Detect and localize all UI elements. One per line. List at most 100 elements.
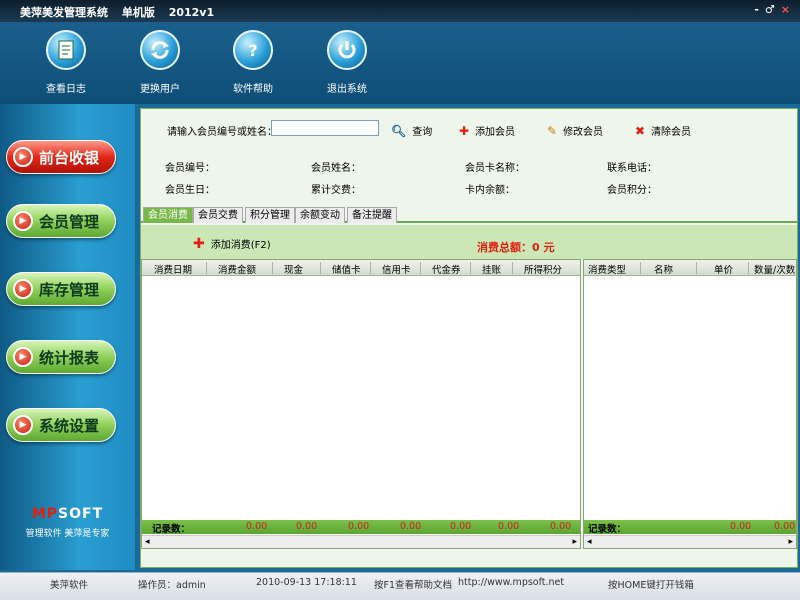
app-window: 美萍美发管理系统 单机版 2012v1 - ♂ × 查看日志 更换用户 ? 软件…	[0, 0, 800, 600]
view-log-label: 查看日志	[46, 84, 86, 95]
edit-member-label: 修改会员	[563, 127, 604, 138]
title-bar: 美萍美发管理系统 单机版 2012v1 - ♂ ×	[0, 0, 800, 22]
tab-balance-change[interactable]: 余额变动	[295, 207, 345, 223]
status-operator: 操作员：admin	[138, 580, 206, 591]
column-header[interactable]: 现金	[284, 262, 303, 276]
member-info: 会员编号： 会员姓名： 会员卡名称： 联系电话： 会员生日： 累计交费： 卡内余…	[141, 157, 797, 201]
item-grid-footer: 记录数： 0.00 0.00	[584, 520, 796, 535]
sidebar-item-label: 前台收银	[39, 148, 100, 167]
add-consumption-button[interactable]: ✚ 添加消费(F2)	[193, 236, 271, 252]
exit-button[interactable]: 退出系统	[307, 30, 387, 95]
column-header[interactable]: 消费类型	[588, 262, 626, 276]
view-log-button[interactable]: 查看日志	[26, 30, 106, 95]
play-icon: ▶	[13, 279, 33, 299]
brand-tagline: 管理软件 美萍是专家	[25, 529, 110, 539]
column-header[interactable]: 信用卡	[382, 262, 411, 276]
delete-member-label: 清除会员	[651, 127, 692, 138]
sidebar-item-inventory[interactable]: ▶ 库存管理	[6, 272, 116, 306]
close-button[interactable]: ×	[781, 3, 790, 16]
edition-label: 单机版	[121, 6, 155, 19]
delete-member-button[interactable]: ✖ 清除会员	[635, 123, 692, 139]
sidebar-item-cashier[interactable]: ▶ 前台收银	[6, 140, 116, 174]
sidebar-item-label: 系统设置	[39, 416, 100, 435]
tab-bar: 会员消费 会员交费 积分管理 余额变动 备注提醒	[141, 205, 797, 223]
sidebar-item-label: 库存管理	[39, 280, 100, 299]
plus-icon: ✚	[459, 123, 470, 138]
svg-text:?: ?	[248, 41, 257, 60]
switch-user-button[interactable]: 更换用户	[120, 30, 200, 95]
consumption-grid[interactable]: 消费日期 消费金额 现金 储值卡 信用卡 代金券 挂账 所得积分 记录数： 0.…	[141, 259, 581, 549]
play-icon: ▶	[13, 147, 33, 167]
status-url[interactable]: http://www.mpsoft.net	[458, 577, 564, 588]
log-icon	[46, 30, 86, 70]
add-member-label: 添加会员	[475, 127, 516, 138]
app-title: 美萍美发管理系统	[20, 6, 108, 19]
column-header[interactable]: 消费日期	[154, 262, 192, 276]
column-header[interactable]: 数量/次数	[754, 262, 795, 276]
power-icon	[327, 30, 367, 70]
total-spent-label: 累计交费：	[311, 185, 361, 196]
card-balance-label: 卡内余额：	[465, 185, 515, 196]
column-header[interactable]: 单价	[714, 262, 733, 276]
column-header[interactable]: 代金券	[432, 262, 461, 276]
main-panel: 请输入会员编号或姓名： 🔍︎ 查询 ✚ 添加会员 ✎ 修改会员 ✖ 清除会员 会…	[140, 108, 798, 568]
record-count-label: 记录数：	[152, 524, 191, 535]
item-grid-header: 消费类型 名称 单价 数量/次数	[584, 260, 796, 276]
search-label: 请输入会员编号或姓名：	[167, 127, 277, 138]
scroll-right-icon[interactable]: ▸	[788, 537, 793, 547]
exit-label: 退出系统	[327, 84, 367, 95]
horizontal-scrollbar[interactable]: ◂ ▸	[584, 535, 796, 548]
status-bar: 美萍软件 操作员：admin 2010-09-13 17:18:11 按F1查看…	[0, 572, 800, 600]
record-count-label: 记录数：	[588, 524, 627, 535]
sidebar-item-label: 统计报表	[39, 348, 100, 367]
horizontal-scrollbar[interactable]: ◂ ▸	[142, 535, 580, 548]
search-input[interactable]	[271, 120, 379, 136]
consumption-grid-footer: 记录数： 0.00 0.00 0.00 0.00 0.00 0.00 0.00	[142, 520, 580, 535]
card-name-label: 会员卡名称：	[465, 163, 525, 174]
scroll-right-icon[interactable]: ▸	[572, 537, 577, 547]
status-company: 美萍软件	[50, 580, 89, 591]
consumption-bar: ✚ 添加消费(F2) 消费总额：0 元	[141, 225, 797, 259]
add-consumption-label: 添加消费(F2)	[210, 240, 271, 251]
footer-total: 0.00	[774, 521, 796, 532]
scroll-left-icon[interactable]: ◂	[145, 537, 150, 547]
column-header[interactable]: 消费金额	[218, 262, 256, 276]
footer-total: 0.00	[348, 521, 370, 532]
column-header[interactable]: 名称	[654, 262, 673, 276]
scroll-left-icon[interactable]: ◂	[587, 537, 592, 547]
query-button[interactable]: 🔍︎ 查询	[391, 123, 432, 139]
help-button[interactable]: ? 软件帮助	[213, 30, 293, 95]
footer-total: 0.00	[498, 521, 520, 532]
main-toolbar: 查看日志 更换用户 ? 软件帮助 退出系统	[0, 22, 800, 104]
footer-total: 0.00	[450, 521, 472, 532]
pencil-icon: ✎	[547, 123, 558, 138]
status-datetime: 2010-09-13 17:18:11	[256, 577, 357, 588]
add-member-button[interactable]: ✚ 添加会员	[459, 123, 516, 139]
window-title: 美萍美发管理系统 单机版 2012v1	[20, 4, 224, 20]
column-header[interactable]: 所得积分	[524, 262, 562, 276]
edit-member-button[interactable]: ✎ 修改会员	[547, 123, 604, 139]
play-icon: ▶	[13, 415, 33, 435]
footer-total: 0.00	[296, 521, 318, 532]
tab-consumption[interactable]: 会员消费	[143, 207, 193, 223]
maximize-button[interactable]: ♂	[765, 3, 775, 16]
column-header[interactable]: 储值卡	[332, 262, 361, 276]
switch-user-icon	[140, 30, 180, 70]
window-controls: - ♂ ×	[754, 3, 790, 16]
sidebar-item-members[interactable]: ▶ 会员管理	[6, 204, 116, 238]
sidebar-item-settings[interactable]: ▶ 系统设置	[6, 408, 116, 442]
tab-reminders[interactable]: 备注提醒	[347, 207, 397, 223]
points-label: 会员积分：	[607, 185, 657, 196]
member-name-label: 会员姓名：	[311, 163, 361, 174]
item-grid[interactable]: 消费类型 名称 单价 数量/次数 记录数： 0.00 0.00 ◂ ▸	[583, 259, 797, 549]
tab-points[interactable]: 积分管理	[245, 207, 295, 223]
minimize-button[interactable]: -	[754, 3, 759, 16]
phone-label: 联系电话：	[607, 163, 657, 174]
version-label: 2012v1	[168, 6, 215, 19]
sidebar-item-reports[interactable]: ▶ 统计报表	[6, 340, 116, 374]
sidebar: ▶ 前台收银 ▶ 会员管理 ▶ 库存管理 ▶ 统计报表 ▶ 系统设置 MPSOF…	[0, 104, 135, 570]
footer-total: 0.00	[730, 521, 752, 532]
column-header[interactable]: 挂账	[482, 262, 501, 276]
tab-payment[interactable]: 会员交费	[193, 207, 243, 223]
search-bar: 请输入会员编号或姓名： 🔍︎ 查询 ✚ 添加会员 ✎ 修改会员 ✖ 清除会员	[141, 117, 797, 143]
